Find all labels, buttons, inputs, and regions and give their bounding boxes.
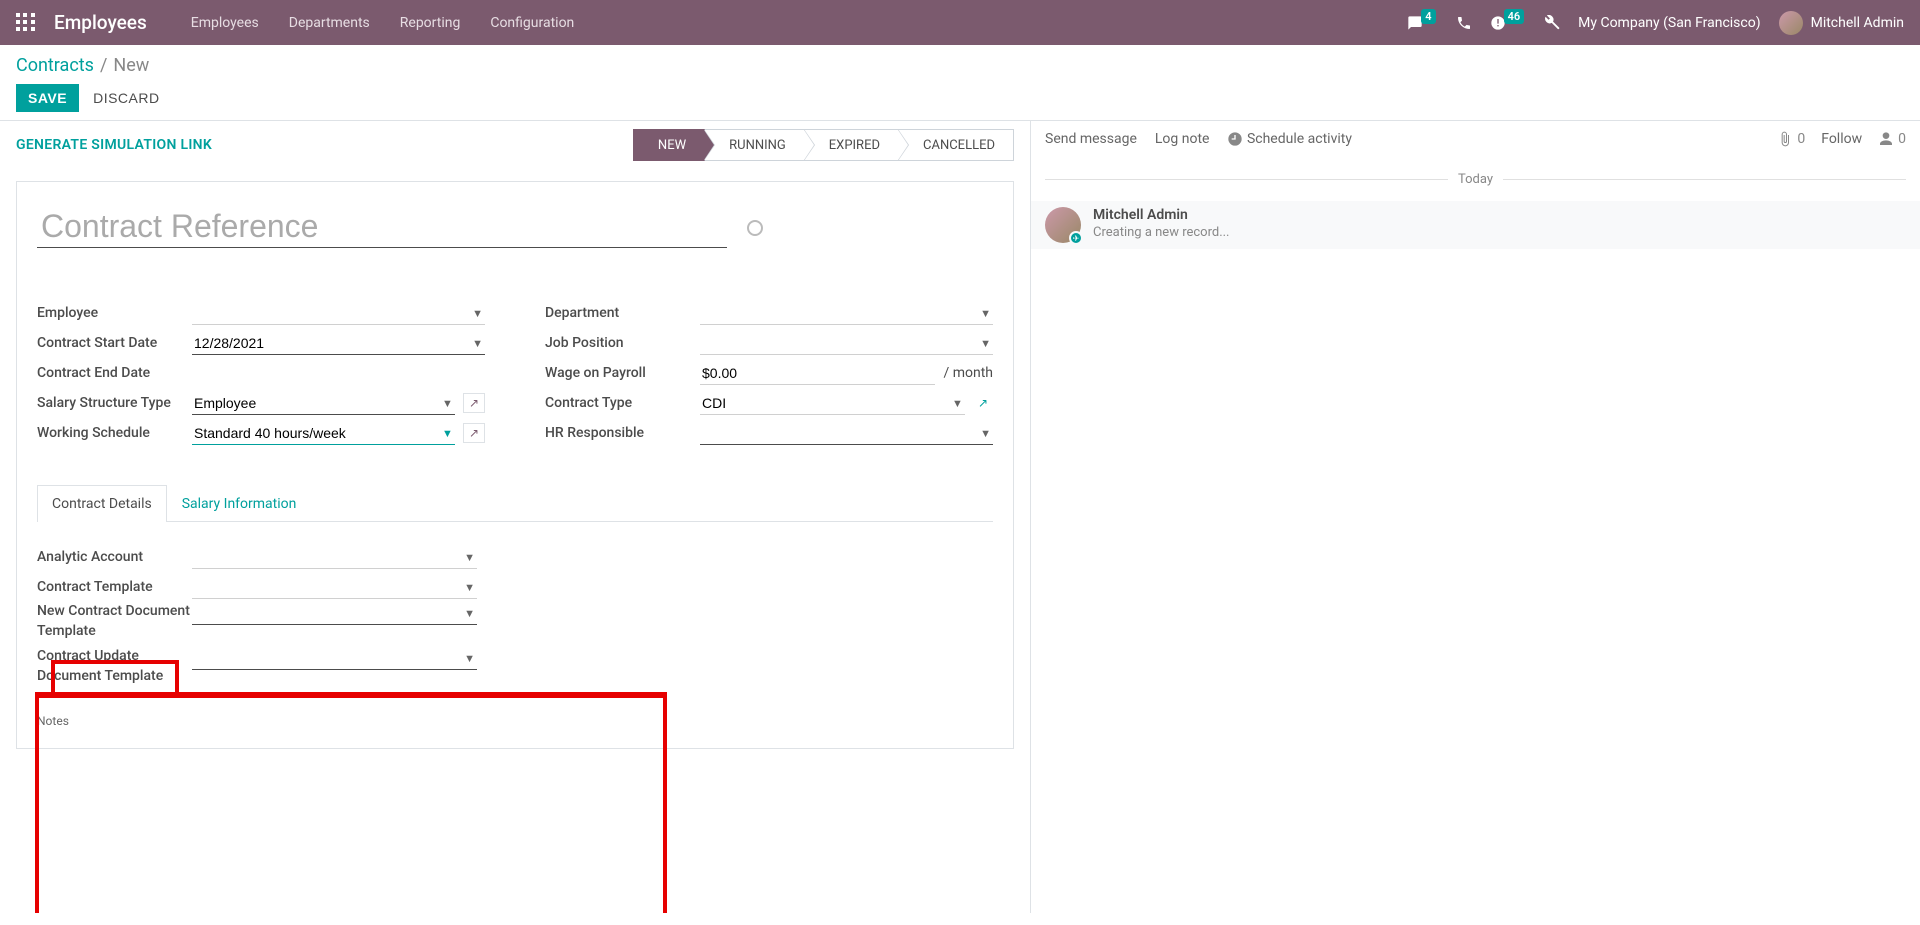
statusbar: NEW RUNNING EXPIRED CANCELLED bbox=[633, 129, 1014, 161]
tab-salary-information[interactable]: Salary Information bbox=[167, 485, 312, 522]
follow-button[interactable]: Follow bbox=[1821, 131, 1862, 147]
label-department: Department bbox=[545, 305, 700, 321]
messages-icon[interactable]: 4 bbox=[1407, 15, 1437, 31]
form-area: GENERATE SIMULATION LINK NEW RUNNING EXP… bbox=[0, 121, 1030, 913]
label-notes: Notes bbox=[37, 714, 993, 728]
nav-link-departments[interactable]: Departments bbox=[289, 15, 370, 31]
activities-badge: 46 bbox=[1504, 9, 1525, 24]
attachments-count[interactable]: 0 bbox=[1777, 131, 1805, 147]
job-position-input[interactable] bbox=[700, 332, 993, 355]
external-link-icon[interactable]: ↗ bbox=[973, 394, 993, 412]
chatter-panel: Send message Log note Schedule activity … bbox=[1030, 121, 1920, 913]
avatar-icon bbox=[1779, 11, 1803, 35]
generate-simulation-link[interactable]: GENERATE SIMULATION LINK bbox=[16, 137, 212, 153]
department-input[interactable] bbox=[700, 302, 993, 325]
external-link-icon[interactable]: ↗ bbox=[463, 393, 485, 413]
log-note-button[interactable]: Log note bbox=[1155, 131, 1210, 147]
salary-structure-type-input[interactable] bbox=[192, 392, 455, 415]
breadcrumb: Contracts / New bbox=[16, 55, 1904, 76]
label-job-position: Job Position bbox=[545, 335, 700, 351]
nav-link-employees[interactable]: Employees bbox=[191, 15, 259, 31]
app-title[interactable]: Employees bbox=[54, 11, 147, 34]
top-navbar: Employees Employees Departments Reportin… bbox=[0, 0, 1920, 45]
label-end-date: Contract End Date bbox=[37, 365, 192, 381]
message-author[interactable]: Mitchell Admin bbox=[1093, 207, 1230, 223]
control-panel: Contracts / New SAVE DISCARD bbox=[0, 45, 1920, 120]
contract-template-input[interactable] bbox=[192, 576, 477, 599]
messages-badge: 4 bbox=[1421, 9, 1435, 24]
nav-link-configuration[interactable]: Configuration bbox=[490, 15, 574, 31]
nav-link-reporting[interactable]: Reporting bbox=[400, 15, 461, 31]
message-item: ✈ Mitchell Admin Creating a new record..… bbox=[1031, 201, 1920, 249]
apps-icon[interactable] bbox=[16, 13, 36, 33]
kanban-state-selector[interactable] bbox=[747, 220, 763, 236]
label-employee: Employee bbox=[37, 305, 192, 321]
phone-icon[interactable] bbox=[1456, 15, 1472, 31]
label-wage: Wage on Payroll bbox=[545, 365, 700, 381]
status-running[interactable]: RUNNING bbox=[705, 129, 805, 161]
message-text: Creating a new record... bbox=[1093, 225, 1230, 240]
breadcrumb-parent[interactable]: Contracts bbox=[16, 55, 94, 76]
send-message-button[interactable]: Send message bbox=[1045, 131, 1137, 147]
company-selector[interactable]: My Company (San Francisco) bbox=[1578, 15, 1760, 31]
working-schedule-input[interactable] bbox=[192, 422, 455, 445]
label-analytic-account: Analytic Account bbox=[37, 549, 192, 565]
form-sheet: Employee ▼ Contract Start Date ▼ bbox=[16, 181, 1014, 749]
date-divider: Today bbox=[1031, 158, 1920, 201]
new-contract-doc-template-input[interactable] bbox=[192, 602, 477, 625]
label-working-schedule: Working Schedule bbox=[37, 425, 192, 441]
label-new-contract-doc-template: New Contract Document Template bbox=[37, 602, 192, 641]
status-expired[interactable]: EXPIRED bbox=[805, 129, 899, 161]
user-menu[interactable]: Mitchell Admin bbox=[1779, 11, 1904, 35]
label-contract-type: Contract Type bbox=[545, 395, 700, 411]
external-link-icon[interactable]: ↗ bbox=[463, 423, 485, 443]
activities-icon[interactable]: 46 bbox=[1490, 15, 1527, 31]
status-cancelled[interactable]: CANCELLED bbox=[899, 129, 1014, 161]
label-contract-update-doc-template: Contract Update Document Template bbox=[37, 647, 192, 686]
analytic-account-input[interactable] bbox=[192, 546, 477, 569]
schedule-activity-button[interactable]: Schedule activity bbox=[1227, 131, 1352, 147]
tab-bar: Contract Details Salary Information bbox=[37, 484, 993, 522]
label-contract-template: Contract Template bbox=[37, 579, 192, 595]
form-left-column: Employee ▼ Contract Start Date ▼ bbox=[37, 298, 485, 448]
form-right-column: Department ▼ Job Position ▼ bbox=[545, 298, 993, 448]
label-start-date: Contract Start Date bbox=[37, 335, 192, 351]
followers-count[interactable]: 0 bbox=[1878, 131, 1906, 147]
tab-contract-details[interactable]: Contract Details bbox=[37, 485, 167, 522]
avatar-icon: ✈ bbox=[1045, 207, 1081, 243]
wage-unit: / month bbox=[943, 365, 993, 381]
status-new[interactable]: NEW bbox=[633, 129, 705, 161]
wage-input[interactable] bbox=[700, 362, 935, 385]
settings-icon[interactable] bbox=[1544, 15, 1560, 31]
hr-responsible-input[interactable] bbox=[700, 422, 993, 445]
tab-content: Analytic Account ▼ Contract Template ▼ bbox=[37, 522, 993, 728]
employee-input[interactable] bbox=[192, 302, 485, 325]
breadcrumb-separator: / bbox=[100, 55, 107, 76]
contract-type-input[interactable] bbox=[700, 392, 965, 415]
breadcrumb-current: New bbox=[113, 55, 149, 76]
label-salary-structure-type: Salary Structure Type bbox=[37, 395, 192, 411]
user-name: Mitchell Admin bbox=[1811, 15, 1904, 31]
nav-links: Employees Departments Reporting Configur… bbox=[191, 15, 575, 31]
label-hr-responsible: HR Responsible bbox=[545, 425, 700, 441]
contract-update-doc-template-input[interactable] bbox=[192, 647, 477, 670]
contract-reference-input[interactable] bbox=[37, 206, 727, 248]
start-date-input[interactable] bbox=[192, 332, 485, 355]
discard-button[interactable]: DISCARD bbox=[93, 90, 160, 106]
save-button[interactable]: SAVE bbox=[16, 84, 79, 112]
